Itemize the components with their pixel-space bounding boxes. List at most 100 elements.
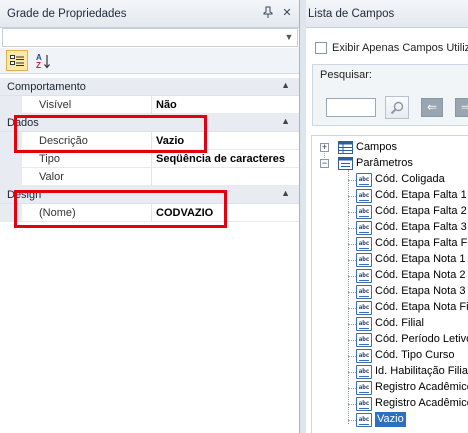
tree-item-parameter[interactable]: abcCód. Etapa Falta Final xyxy=(312,236,468,252)
collapse-icon[interactable]: − xyxy=(320,159,329,168)
tree-guide xyxy=(348,180,356,181)
arrow-right-icon: ⇒ xyxy=(460,100,468,114)
property-value[interactable]: Seqüência de caracteres xyxy=(151,150,299,168)
property-name: Visível xyxy=(39,99,72,111)
search-group: Pesquisar: ⇐ ⇒ xyxy=(312,64,468,126)
tree-guide xyxy=(348,324,356,325)
fields-list-title: Lista de Campos xyxy=(308,8,395,20)
tree-item-parameter[interactable]: abc Id. Habilitação Filial xyxy=(312,364,468,380)
show-used-fields-option[interactable]: Exibir Apenas Campos Utilizados xyxy=(315,42,468,56)
tree-item-label: Cód. Etapa Falta 1 xyxy=(375,189,467,201)
tree-guide xyxy=(348,276,356,277)
next-result-button[interactable]: ⇒ xyxy=(455,98,468,117)
string-field-icon: abc xyxy=(356,381,372,395)
tree-item-label: Cód. Etapa Falta 2 xyxy=(375,205,467,217)
string-field-icon: abc xyxy=(356,301,372,315)
show-used-fields-checkbox[interactable] xyxy=(315,42,327,54)
sort-az-icon: A Z xyxy=(36,53,50,70)
tree-item-label: Cód. Etapa Falta Final xyxy=(375,237,468,249)
tree-item-parameter[interactable]: abc Cód. Etapa Nota 1 xyxy=(312,252,468,268)
object-selector-dropdown[interactable]: ▼ xyxy=(2,28,298,47)
expand-icon[interactable]: + xyxy=(320,143,329,152)
string-field-icon: abc xyxy=(356,333,372,347)
search-icon xyxy=(390,101,404,114)
tree-guide xyxy=(348,196,356,197)
tree-guide xyxy=(348,308,356,309)
tree-item-parameter[interactable]: abc Cód. Filial xyxy=(312,316,468,332)
tree-item-parameter[interactable]: abc Cód. Tipo Curso xyxy=(312,348,468,364)
property-row-valor[interactable]: Valor xyxy=(0,168,299,186)
property-grid-title: Grade de Propriedades xyxy=(7,8,127,20)
string-field-icon: abc xyxy=(356,253,372,267)
chevron-down-icon[interactable]: ▼ xyxy=(281,29,297,46)
property-row-nome[interactable]: (Nome) CODVAZIO xyxy=(0,204,299,222)
string-field-icon: abc xyxy=(356,317,372,331)
property-value[interactable] xyxy=(151,168,299,186)
tree-item-label: Cód. Etapa Nota Final xyxy=(375,301,468,313)
tree-item-parameter[interactable]: abc Cód. Etapa Nota 2 xyxy=(312,268,468,284)
tree-item-label: Registro Acadêmico xyxy=(375,381,468,393)
tree-item-parameter[interactable]: abc Cód. Coligada xyxy=(312,172,468,188)
property-row-tipo[interactable]: Tipo Seqüência de caracteres xyxy=(0,150,299,168)
property-name: Valor xyxy=(39,171,64,183)
pin-icon[interactable] xyxy=(261,6,275,20)
tree-item-parameter[interactable]: abc Cód. Etapa Falta 3 xyxy=(312,220,468,236)
tree-item-label: Cód. Tipo Curso xyxy=(375,349,455,361)
tree-item-label: Cód. Etapa Falta 3 xyxy=(375,221,467,233)
string-field-icon: abc xyxy=(356,397,372,411)
parameters-icon xyxy=(338,157,353,170)
tree-guide xyxy=(348,228,356,229)
tree-node-label: Parâmetros xyxy=(356,157,413,169)
close-icon[interactable]: ✕ xyxy=(280,6,294,20)
tree-item-label: Cód. Coligada xyxy=(375,173,445,185)
property-grid: Comportamento ▲ Visível Não Dados ▲ Desc… xyxy=(0,78,299,222)
property-row-visivel[interactable]: Visível Não xyxy=(0,96,299,114)
property-grid-toolbar: A Z xyxy=(0,48,299,74)
tree-item-parameter[interactable]: abc Cód. Etapa Nota 3 xyxy=(312,284,468,300)
category-comportamento[interactable]: Comportamento ▲ xyxy=(0,78,299,96)
string-field-icon: abc xyxy=(356,221,372,235)
string-field-icon: abc xyxy=(356,349,372,363)
tree-item-parameter[interactable]: abcCód. Etapa Nota Final xyxy=(312,300,468,316)
string-field-icon: abc xyxy=(356,173,372,187)
property-value[interactable]: Vazio xyxy=(151,132,299,150)
tree-item-label: Cód. Filial xyxy=(375,317,424,329)
tree-item-parameter[interactable]: abc Cód. Etapa Falta 2 xyxy=(312,204,468,220)
category-design[interactable]: Design ▲ xyxy=(0,186,299,204)
previous-result-button[interactable]: ⇐ xyxy=(421,98,443,117)
tree-item-label: Cód. Etapa Nota 3 xyxy=(375,285,466,297)
category-label: Dados xyxy=(7,117,39,129)
search-input[interactable] xyxy=(326,98,376,117)
string-field-icon: abc xyxy=(356,365,372,379)
tree-item-parameter[interactable]: abc Cód. Período Letivo xyxy=(312,332,468,348)
categorized-view-button[interactable] xyxy=(6,50,28,71)
tree-item-parameter[interactable]: abc Registro Acadêmico xyxy=(312,380,468,396)
tree-node-parametros[interactable]: − Parâmetros xyxy=(312,156,468,172)
property-name: (Nome) xyxy=(39,207,76,219)
tree-item-label: Id. Habilitação Filial xyxy=(375,365,468,377)
search-label: Pesquisar: xyxy=(320,69,372,81)
property-value[interactable]: Não xyxy=(151,96,299,114)
category-dados[interactable]: Dados ▲ xyxy=(0,114,299,132)
string-field-icon: abc xyxy=(356,413,372,427)
category-label: Comportamento xyxy=(7,81,86,93)
property-row-descricao[interactable]: Descrição Vazio xyxy=(0,132,299,150)
fields-list-panel: Lista de Campos Exibir Apenas Campos Uti… xyxy=(306,0,468,433)
string-field-icon: abc xyxy=(356,285,372,299)
tree-item-parameter[interactable]: abc Vazio xyxy=(312,412,468,428)
tree-item-parameter[interactable]: abc Cód. Etapa Falta 1 xyxy=(312,188,468,204)
alphabetical-sort-button[interactable]: A Z xyxy=(32,50,54,71)
property-name: Descrição xyxy=(39,135,88,147)
arrow-left-icon: ⇐ xyxy=(426,100,438,114)
chevron-up-icon[interactable]: ▲ xyxy=(281,116,290,126)
tree-guide xyxy=(348,340,356,341)
string-field-icon: abc xyxy=(356,237,372,251)
tree-node-campos[interactable]: + Campos xyxy=(312,140,468,156)
chevron-up-icon[interactable]: ▲ xyxy=(281,80,290,90)
search-button[interactable] xyxy=(385,96,409,119)
chevron-up-icon[interactable]: ▲ xyxy=(281,188,290,198)
table-icon xyxy=(338,141,353,154)
tree-item-parameter[interactable]: abc Registro Acadêmico xyxy=(312,396,468,412)
property-value[interactable]: CODVAZIO xyxy=(151,204,299,222)
tree-item-label: Cód. Etapa Nota 2 xyxy=(375,269,466,281)
